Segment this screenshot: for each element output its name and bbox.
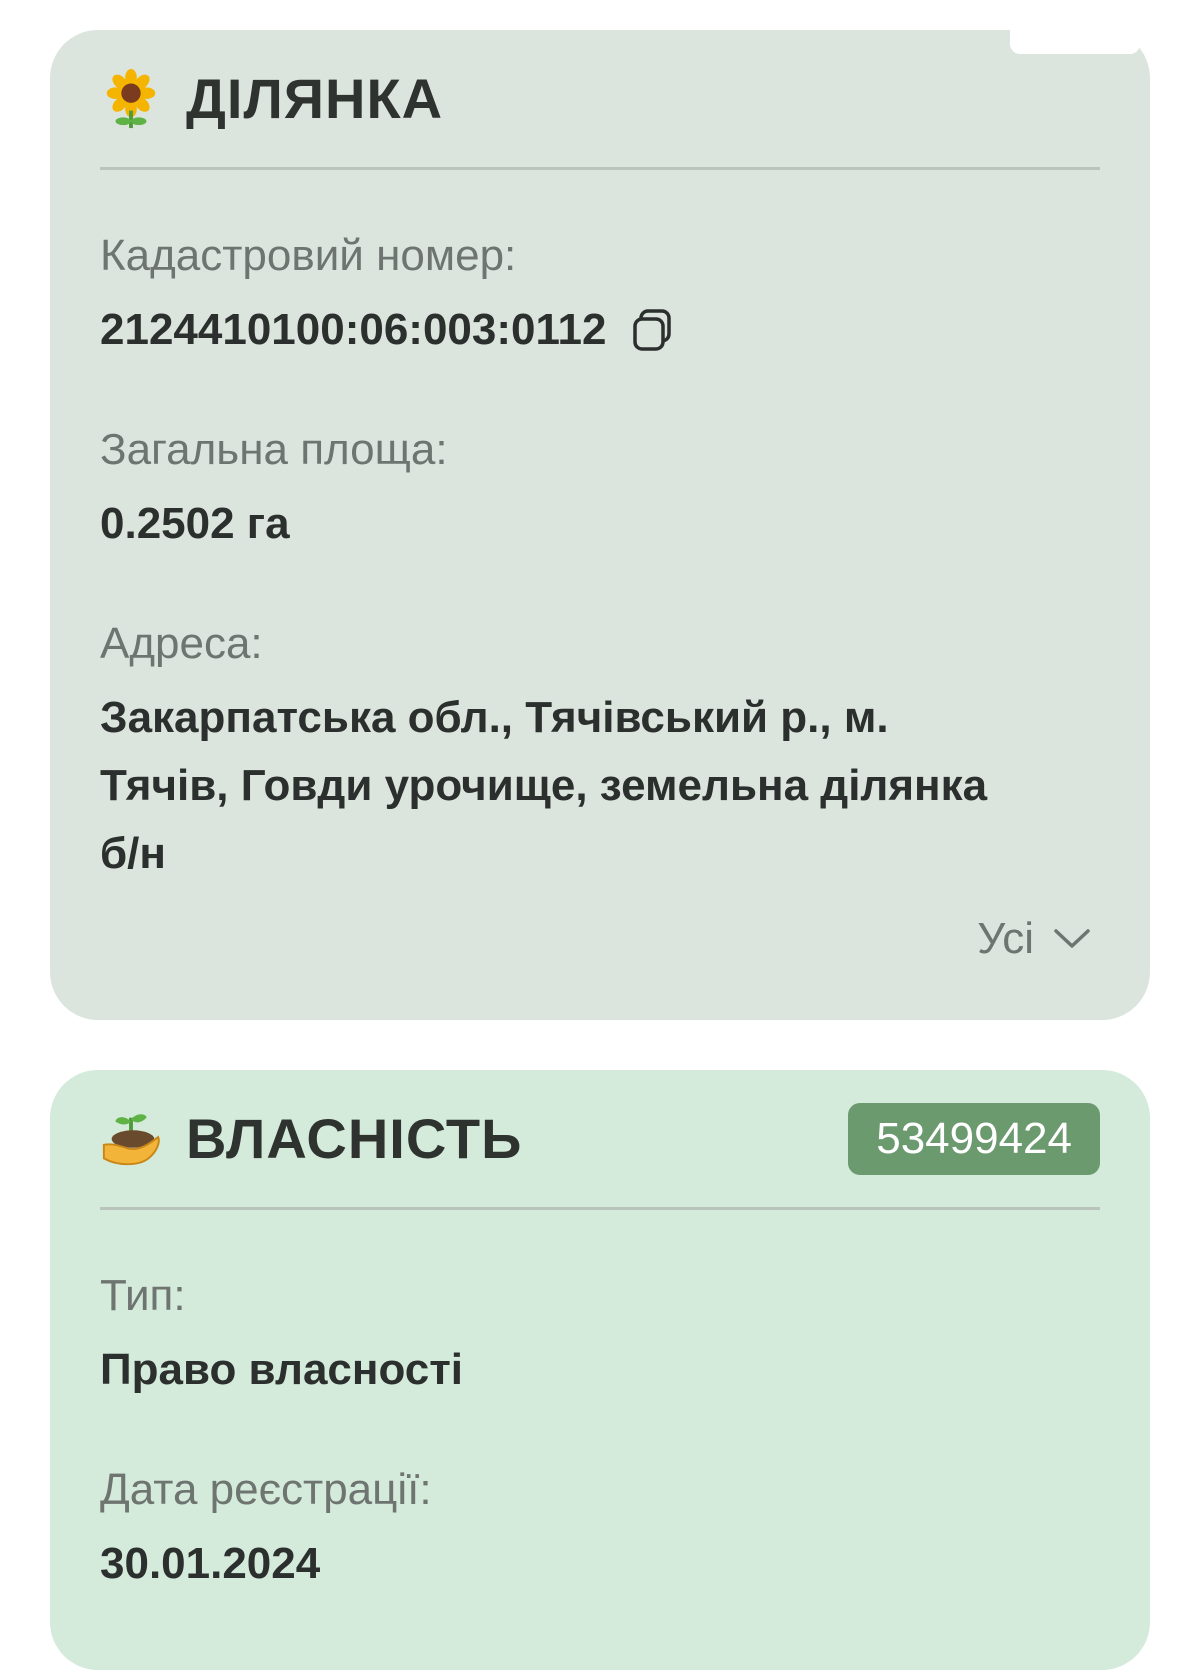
- plot-card-title: ДІЛЯНКА: [186, 67, 444, 130]
- show-all-label: Усі: [977, 914, 1034, 963]
- plot-card: ДІЛЯНКА Кадастровий номер: 2124410100:06…: [50, 30, 1150, 1020]
- address-value: Закарпатська обл., Тячівський р., м. Тяч…: [100, 693, 988, 878]
- chevron-down-icon: [1054, 929, 1090, 948]
- corner-tab: [1010, 30, 1140, 54]
- cadastral-number-value-row: 2124410100:06:003:0112: [100, 296, 1100, 364]
- address-field: Адреса: Закарпатська обл., Тячівський р.…: [100, 616, 1100, 888]
- registration-date-value: 30.01.2024: [100, 1539, 321, 1588]
- ownership-type-label: Тип:: [100, 1271, 186, 1320]
- registration-date-field: Дата реєстрації: 30.01.2024: [100, 1462, 1100, 1598]
- total-area-field: Загальна площа: 0.2502 га: [100, 422, 1100, 558]
- total-area-value: 0.2502 га: [100, 499, 290, 548]
- ownership-card-header: ВЛАСНІСТЬ 53499424: [100, 1070, 1100, 1210]
- seedling-hand-icon: [102, 1113, 160, 1165]
- show-all-button[interactable]: Усі: [977, 914, 1092, 964]
- ownership-card-title: ВЛАСНІСТЬ: [186, 1107, 523, 1170]
- cadastral-number-label: Кадастровий номер:: [100, 231, 517, 280]
- plot-card-header: ДІЛЯНКА: [100, 30, 1100, 170]
- total-area-label: Загальна площа:: [100, 425, 448, 474]
- ownership-type-field: Тип: Право власності: [100, 1268, 1100, 1404]
- copy-icon[interactable]: [632, 308, 672, 352]
- sunflower-icon: [106, 68, 156, 128]
- address-label: Адреса:: [100, 619, 263, 668]
- registration-number-badge: 53499424: [848, 1102, 1100, 1175]
- cadastral-number-value: 2124410100:06:003:0112: [100, 305, 607, 354]
- cadastral-number-field: Кадастровий номер: 2124410100:06:003:011…: [100, 228, 1100, 364]
- ownership-card: ВЛАСНІСТЬ 53499424 Тип: Право власності …: [50, 1070, 1150, 1670]
- registration-date-label: Дата реєстрації:: [100, 1465, 432, 1514]
- ownership-type-value: Право власності: [100, 1345, 464, 1394]
